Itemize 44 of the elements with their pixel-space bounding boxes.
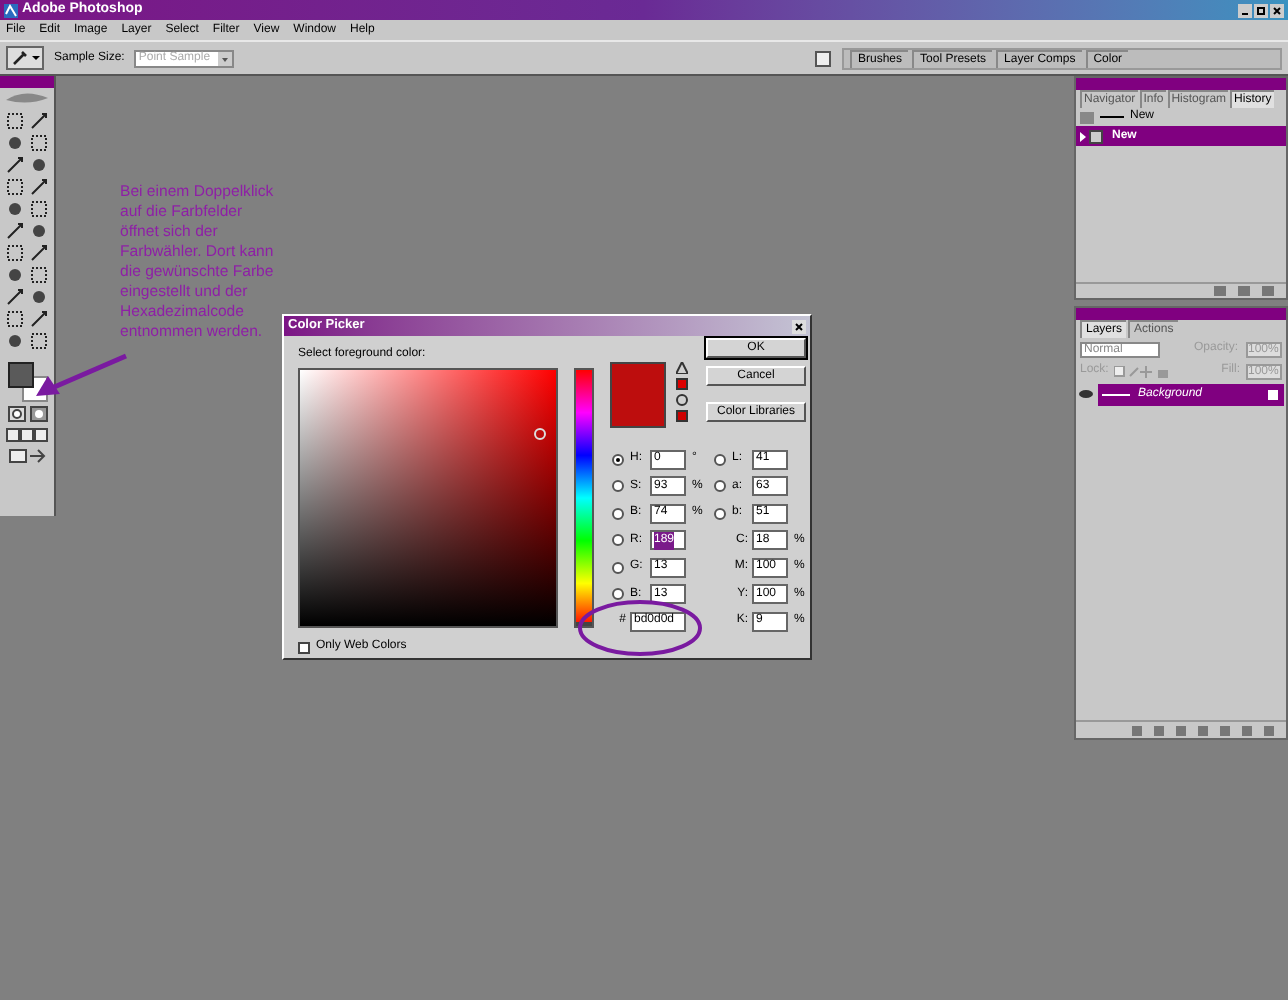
restore-icon[interactable] xyxy=(1254,3,1268,17)
eyedropper-icon xyxy=(10,48,30,68)
minimize-icon[interactable] xyxy=(1238,3,1252,17)
caret-icon xyxy=(218,51,233,65)
mask-mode-icon[interactable] xyxy=(29,406,47,422)
close-icon[interactable] xyxy=(1270,3,1284,17)
tool-icon[interactable] xyxy=(30,112,48,130)
lock-icon xyxy=(1268,389,1278,399)
tool-icon[interactable] xyxy=(6,288,24,306)
color-field[interactable] xyxy=(298,368,558,628)
screen-mode-icon[interactable] xyxy=(5,428,49,442)
radio-button[interactable] xyxy=(612,507,624,519)
radio-button[interactable] xyxy=(612,453,624,465)
toolbox-header xyxy=(0,76,54,88)
warning-icon[interactable] xyxy=(676,362,688,374)
highlight-ellipse xyxy=(576,598,704,658)
tool-icon[interactable] xyxy=(30,244,48,262)
radio-button[interactable] xyxy=(714,453,726,465)
checkbox[interactable] xyxy=(298,641,310,653)
document-icon xyxy=(1080,129,1104,143)
tool-icon[interactable] xyxy=(6,222,24,240)
document-icon[interactable] xyxy=(814,49,834,67)
radio-button[interactable] xyxy=(612,534,624,546)
radio-button[interactable] xyxy=(612,561,624,573)
tool-icon[interactable] xyxy=(30,310,48,328)
color-cursor[interactable] xyxy=(534,428,546,440)
color-swatches-drawing[interactable] xyxy=(5,362,49,402)
tool-preset-picker[interactable] xyxy=(6,46,44,70)
tool-icon[interactable] xyxy=(30,178,48,196)
color-swatch xyxy=(610,362,666,428)
radio-button[interactable] xyxy=(714,480,726,492)
eye-icon[interactable] xyxy=(1078,388,1094,400)
app-icon xyxy=(4,3,18,17)
radio-button[interactable] xyxy=(714,507,726,519)
gamut-swatch[interactable] xyxy=(676,378,688,390)
mask-mode-icon[interactable] xyxy=(7,406,25,422)
jump-to-icon[interactable] xyxy=(7,448,47,464)
web-safe-swatch[interactable] xyxy=(676,410,688,422)
radio-button[interactable] xyxy=(612,588,624,600)
caret-icon xyxy=(32,54,40,62)
tool-icon[interactable] xyxy=(6,156,24,174)
hue-slider[interactable] xyxy=(574,368,594,628)
close-icon[interactable] xyxy=(792,319,806,333)
radio-button[interactable] xyxy=(612,480,624,492)
